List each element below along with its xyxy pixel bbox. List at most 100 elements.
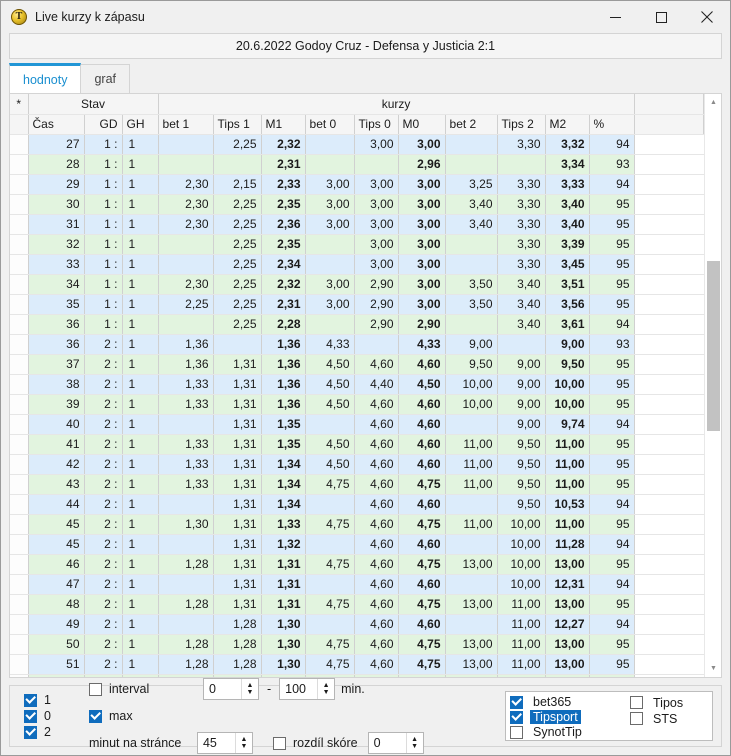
row-selector-cell[interactable] [10,294,29,315]
table-cell[interactable]: 1 [122,474,159,495]
bookmaker-tipsport[interactable]: Tipsport [510,710,630,724]
table-cell[interactable]: 11,00 [497,654,546,675]
table-cell[interactable]: 4,60 [354,494,399,515]
table-cell[interactable]: 10,00 [545,374,590,395]
table-cell[interactable]: 2,25 [213,214,262,235]
table-cell[interactable] [158,534,214,555]
table-cell[interactable]: 94 [589,314,635,335]
table-cell[interactable]: 28 [28,154,85,175]
table-cell[interactable]: 11,00 [545,454,590,475]
table-cell[interactable]: 95 [589,214,635,235]
table-cell[interactable]: 1,31 [213,354,262,375]
table-cell[interactable]: 10,00 [497,574,546,595]
bookmaker-tipos[interactable]: Tipos [630,695,688,710]
table-cell[interactable]: 95 [589,394,635,415]
table-cell[interactable]: 4,75 [305,554,355,575]
table-cell[interactable]: 1,30 [261,654,306,675]
table-cell[interactable]: 4,50 [305,374,355,395]
table-cell[interactable]: 9,50 [497,454,546,475]
table-cell[interactable]: 3,40 [545,214,590,235]
table-cell[interactable]: 95 [589,594,635,615]
table-cell[interactable]: 1,31 [213,434,262,455]
table-cell[interactable] [158,614,214,635]
table-cell[interactable]: 95 [589,294,635,315]
bookmaker-synottip[interactable]: SynotTip [510,725,630,739]
interval-to-value[interactable]: 100 [280,679,318,699]
table-cell[interactable]: 2 : [84,474,123,495]
table-cell[interactable]: 11,28 [545,534,590,555]
table-cell[interactable]: 9,00 [497,394,546,415]
table-cell[interactable]: 11,00 [445,514,498,535]
row-selector-cell[interactable] [10,634,29,655]
row-selector-cell[interactable] [10,594,29,615]
table-cell[interactable]: 2,25 [213,134,262,155]
table-cell[interactable]: 4,60 [398,434,446,455]
max-checkbox-row[interactable]: max [88,709,197,723]
table-cell[interactable]: 3,33 [545,174,590,195]
table-cell[interactable]: 93 [589,334,635,355]
table-cell[interactable]: 3,25 [445,174,498,195]
table-cell[interactable]: 1,31 [261,574,306,595]
row-selector-cell[interactable] [10,434,29,455]
table-cell[interactable]: 3,39 [545,234,590,255]
table-cell[interactable]: 1 [122,354,159,375]
table-cell[interactable]: 10,53 [545,494,590,515]
interval-to-arrows[interactable]: ▲ ▼ [317,679,335,699]
table-cell[interactable]: 94 [589,614,635,635]
table-cell[interactable]: 3,00 [305,294,355,315]
table-cell[interactable]: 1,33 [158,394,214,415]
table-cell[interactable]: 2,31 [261,294,306,315]
table-cell[interactable]: 3,00 [398,254,446,275]
table-cell[interactable]: 2 : [84,594,123,615]
table-cell[interactable]: 52 [28,674,85,677]
table-cell[interactable]: 51 [28,654,85,675]
table-cell[interactable]: 94 [589,534,635,555]
col-header-gd[interactable]: GD [84,114,123,135]
table-row[interactable]: 33 1 :1 2,25 2,34 3,00 3,00 3,30 3,45 95 [10,254,704,275]
score-filter-2[interactable]: 2 [24,725,51,739]
interval-from-arrows[interactable]: ▲ ▼ [240,679,258,699]
table-cell[interactable]: 1 [122,174,159,195]
row-selector-cell[interactable] [10,314,29,335]
table-cell[interactable]: 11,00 [445,474,498,495]
table-cell[interactable]: 1 : [84,294,123,315]
table-cell[interactable] [305,254,355,275]
table-cell[interactable] [158,414,214,435]
table-cell[interactable]: 1,33 [158,434,214,455]
score-filter-1[interactable]: 1 [24,693,51,707]
table-cell[interactable]: 13,00 [445,594,498,615]
row-selector-cell[interactable] [10,614,29,635]
table-cell[interactable] [158,574,214,595]
table-cell[interactable]: 12,31 [545,574,590,595]
table-cell[interactable]: 3,00 [354,254,399,275]
table-cell[interactable]: 2,35 [261,194,306,215]
table-cell[interactable]: 4,60 [354,634,399,655]
table-cell[interactable] [445,534,498,555]
table-cell[interactable]: 1,34 [261,454,306,475]
table-cell[interactable]: 41 [28,434,85,455]
table-cell[interactable]: 4,60 [354,594,399,615]
table-cell[interactable]: 11,00 [445,434,498,455]
table-cell[interactable]: 1,34 [261,474,306,495]
table-cell[interactable]: 1 [122,134,159,155]
table-cell[interactable]: 3,40 [497,274,546,295]
table-cell[interactable]: 1,28 [213,654,262,675]
col-header-gh[interactable]: GH [122,114,159,135]
table-cell[interactable]: 4,60 [354,614,399,635]
table-cell[interactable]: 94 [589,134,635,155]
table-cell[interactable]: 35 [28,294,85,315]
table-cell[interactable]: 4,60 [354,354,399,375]
table-cell[interactable]: 1,31 [261,594,306,615]
table-cell[interactable]: 1,36 [261,394,306,415]
table-cell[interactable]: 1,36 [261,334,306,355]
table-cell[interactable]: 4,75 [305,654,355,675]
table-cell[interactable]: 3,30 [497,134,546,155]
col-header-tips0[interactable]: Tips 0 [354,114,399,135]
table-cell[interactable] [213,154,262,175]
table-cell[interactable]: 1,31 [213,374,262,395]
table-cell[interactable]: 34 [28,274,85,295]
table-cell[interactable]: 3,00 [354,234,399,255]
table-cell[interactable] [354,154,399,175]
col-header-m2[interactable]: M2 [545,114,590,135]
interval-from-stepper[interactable]: 0 ▲ ▼ [202,678,259,700]
